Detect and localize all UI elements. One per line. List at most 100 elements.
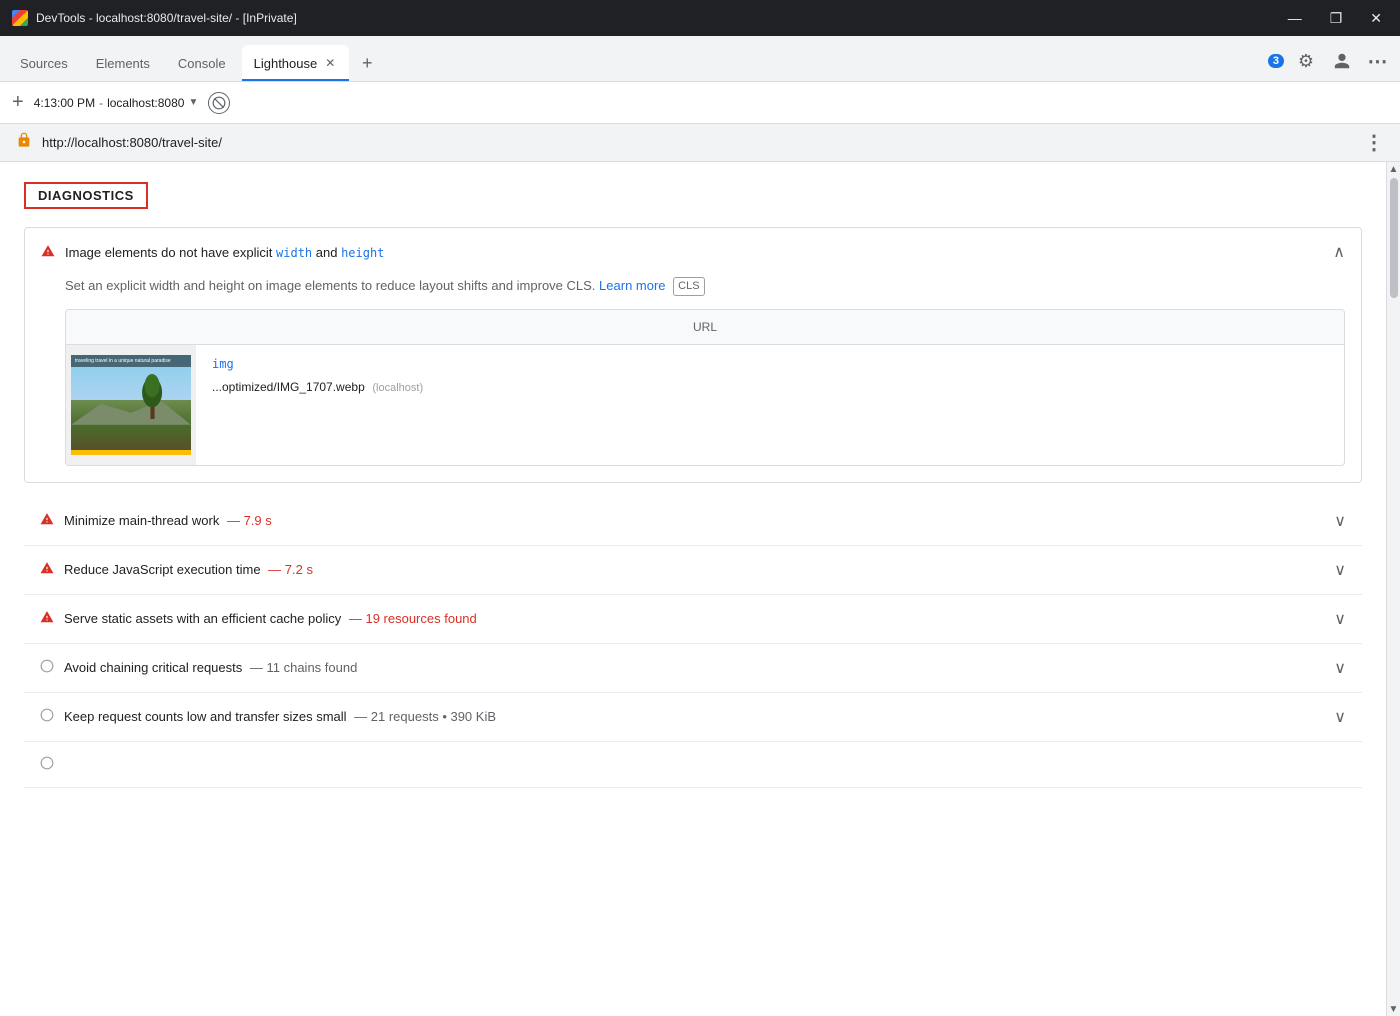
scrollbar-arrow-up[interactable]: ▲ (1387, 162, 1400, 176)
cls-badge: CLS (673, 277, 704, 297)
main-content: DIAGNOSTICS Image elements do not have e… (0, 162, 1400, 1016)
audit-critical-requests-title: Avoid chaining critical requests — 11 ch… (64, 660, 1324, 675)
expand-chevron-2[interactable]: ∨ (1334, 560, 1346, 580)
expand-chevron-3[interactable]: ∨ (1334, 609, 1346, 629)
audit-js-execution-title: Reduce JavaScript execution time — 7.2 s (64, 562, 1324, 577)
diagnostics-header: DIAGNOSTICS (24, 182, 148, 209)
audit-request-counts-header[interactable]: Keep request counts low and transfer siz… (24, 693, 1362, 741)
time-display: 4:13:00 PM (34, 96, 95, 110)
audit-js-execution-metric: — 7.2 s (268, 562, 313, 577)
audit-request-counts-title: Keep request counts low and transfer siz… (64, 709, 1324, 724)
cell-tag: img (212, 357, 1328, 371)
warning-icon-2 (40, 561, 54, 578)
expanded-audit-item: Image elements do not have explicit widt… (24, 227, 1362, 483)
profile-button[interactable] (1328, 47, 1356, 75)
audit-critical-requests-metric: — 11 chains found (250, 660, 357, 675)
title-bar-text: DevTools - localhost:8080/travel-site/ -… (36, 11, 1274, 25)
warning-icon-3 (40, 610, 54, 627)
audit-main-thread: Minimize main-thread work — 7.9 s ∨ (24, 497, 1362, 546)
tree-svg (140, 369, 165, 419)
add-tab-button[interactable]: + (353, 49, 381, 77)
circle-icon-2 (40, 708, 54, 725)
notification-badge: 3 (1268, 54, 1284, 68)
audit-table: URL traveling travel in a unique natural… (65, 309, 1345, 466)
learn-more-link[interactable]: Learn more (599, 278, 665, 293)
scrollbar-track: ▲ ▼ (1386, 162, 1400, 1016)
audit-cache-policy-header[interactable]: Serve static assets with an efficient ca… (24, 595, 1362, 643)
audit-main-thread-title: Minimize main-thread work — 7.9 s (64, 513, 1324, 528)
audit-thumbnail: traveling travel in a unique natural par… (66, 345, 196, 465)
audit-cache-policy: Serve static assets with an efficient ca… (24, 595, 1362, 644)
warning-icon-1 (40, 512, 54, 529)
address-bar: + 4:13:00 PM - localhost:8080 ▼ (0, 82, 1400, 124)
tab-sources[interactable]: Sources (8, 45, 80, 81)
audit-request-counts-metric: — 21 requests • 390 KiB (354, 709, 496, 724)
audit-title-prefix: Image elements do not have explicit (65, 245, 276, 260)
scrollbar-thumb[interactable] (1390, 178, 1398, 298)
warning-icon (41, 244, 55, 261)
tab-console-label: Console (178, 56, 226, 71)
audit-js-execution-header[interactable]: Reduce JavaScript execution time — 7.2 s… (24, 546, 1362, 594)
new-tab-plus[interactable]: + (12, 91, 24, 114)
expand-chevron-1[interactable]: ∨ (1334, 511, 1346, 531)
title-bar: DevTools - localhost:8080/travel-site/ -… (0, 0, 1400, 36)
audit-last-partial-header[interactable] (24, 742, 1362, 787)
expand-chevron-4[interactable]: ∨ (1334, 658, 1346, 678)
audit-table-header: URL (66, 310, 1344, 345)
audit-cache-policy-title: Serve static assets with an efficient ca… (64, 611, 1324, 626)
more-button[interactable]: ⋯ (1364, 47, 1392, 75)
audit-description: Set an explicit width and height on imag… (65, 276, 1345, 297)
url-menu-button[interactable]: ⋮ (1364, 130, 1384, 155)
tab-bar: Sources Elements Console Lighthouse ✕ + … (0, 36, 1400, 82)
expanded-audit-header[interactable]: Image elements do not have explicit widt… (25, 228, 1361, 276)
host-display: localhost:8080 (107, 96, 184, 110)
restore-button[interactable]: ❐ (1324, 8, 1349, 29)
thumbnail-header-bar: traveling travel in a unique natural par… (71, 355, 191, 367)
title-bar-controls: — ❐ ✕ (1282, 8, 1388, 29)
audit-title-width: width (276, 246, 312, 260)
expand-chevron-5[interactable]: ∨ (1334, 707, 1346, 727)
host-dropdown-icon[interactable]: ▼ (188, 97, 198, 108)
audit-title-and: and (312, 245, 341, 260)
expanded-audit-body: Set an explicit width and height on imag… (25, 276, 1361, 482)
cell-url-container: ...optimized/IMG_1707.webp (localhost) (212, 379, 1328, 394)
tab-bar-right: 3 ⚙ ⋯ (1268, 47, 1392, 81)
audit-request-counts: Keep request counts low and transfer siz… (24, 693, 1362, 742)
tab-lighthouse-label: Lighthouse (254, 56, 318, 71)
audit-critical-requests-header[interactable]: Avoid chaining critical requests — 11 ch… (24, 644, 1362, 692)
yellow-bar (71, 450, 191, 455)
url-text: http://localhost:8080/travel-site/ (42, 135, 1354, 150)
tab-lighthouse-close[interactable]: ✕ (323, 54, 337, 72)
content-area: DIAGNOSTICS Image elements do not have e… (0, 162, 1386, 1016)
audit-cache-policy-metric: — 19 resources found (349, 611, 477, 626)
audit-js-execution: Reduce JavaScript execution time — 7.2 s… (24, 546, 1362, 595)
audit-table-cell: img ...optimized/IMG_1707.webp (localhos… (196, 345, 1344, 465)
audit-critical-requests: Avoid chaining critical requests — 11 ch… (24, 644, 1362, 693)
cell-url-suffix: (localhost) (372, 382, 423, 394)
audit-title-height: height (341, 246, 384, 260)
audit-table-row: traveling travel in a unique natural par… (66, 345, 1344, 465)
tab-console[interactable]: Console (166, 45, 238, 81)
circle-icon-3 (40, 756, 54, 773)
audit-main-thread-header[interactable]: Minimize main-thread work — 7.9 s ∨ (24, 497, 1362, 545)
tab-elements[interactable]: Elements (84, 45, 162, 81)
close-button[interactable]: ✕ (1364, 8, 1388, 29)
audit-main-thread-metric: — 7.9 s (227, 513, 272, 528)
security-icon (16, 131, 32, 154)
url-bar: http://localhost:8080/travel-site/ ⋮ (0, 124, 1400, 162)
thumbnail-image: traveling travel in a unique natural par… (71, 355, 191, 455)
expanded-audit-title: Image elements do not have explicit widt… (65, 245, 1323, 260)
ground-layer (71, 400, 191, 455)
audit-last-partial (24, 742, 1362, 788)
tab-sources-label: Sources (20, 56, 68, 71)
stop-button[interactable] (208, 92, 230, 114)
minimize-button[interactable]: — (1282, 8, 1308, 28)
address-time: 4:13:00 PM - localhost:8080 ▼ (34, 96, 199, 110)
settings-button[interactable]: ⚙ (1292, 47, 1320, 75)
scrollbar-arrow-down[interactable]: ▼ (1387, 1002, 1400, 1016)
tab-elements-label: Elements (96, 56, 150, 71)
collapse-chevron[interactable]: ∧ (1333, 242, 1345, 262)
cell-url: ...optimized/IMG_1707.webp (212, 380, 365, 394)
tab-lighthouse[interactable]: Lighthouse ✕ (242, 45, 350, 81)
circle-icon-1 (40, 659, 54, 676)
